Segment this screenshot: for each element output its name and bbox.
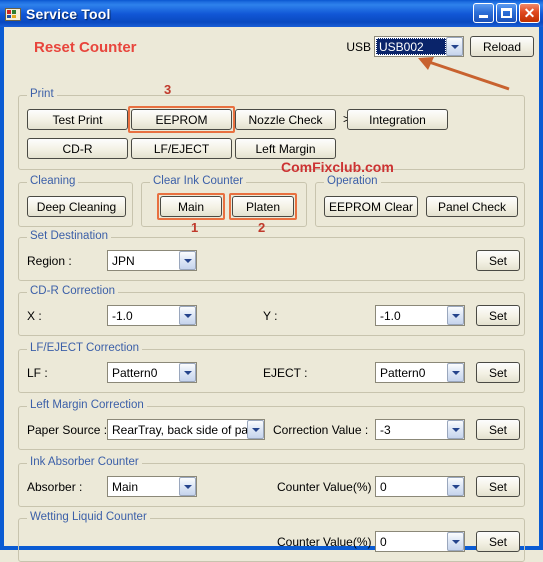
maximize-icon [501, 8, 512, 18]
platen-highlight [229, 193, 297, 220]
client-area: Reset Counter USB Port : USB002 Reload P… [4, 27, 539, 562]
lf-eject-button[interactable]: LF/EJECT [131, 138, 232, 159]
lf-label: LF : [27, 366, 48, 380]
group-operation: Operation EEPROM Clear Panel Check [315, 175, 525, 227]
cdr-y-label: Y : [263, 309, 278, 323]
cdr-y-select[interactable]: -1.0 [375, 305, 465, 326]
printer-app-icon [5, 6, 21, 22]
absorber-select[interactable]: Main [107, 476, 197, 497]
eject-label: EJECT : [263, 366, 308, 380]
paper-source-select[interactable]: RearTray, back side of paper [107, 419, 265, 440]
region-select[interactable]: JPN [107, 250, 197, 271]
region-label: Region : [27, 254, 72, 268]
maximize-button[interactable] [496, 3, 517, 23]
chevron-down-icon[interactable] [446, 37, 463, 56]
usb-port-select[interactable]: USB002 [374, 36, 464, 57]
group-lfeject-correction-legend: LF/EJECT Correction [27, 342, 143, 354]
group-ink-absorber-counter: Ink Absorber Counter Absorber : Main Cou… [18, 456, 525, 507]
page-title: Reset Counter [34, 39, 137, 56]
close-button[interactable]: ✕ [519, 3, 540, 23]
paper-source-value: RearTray, back side of paper [112, 422, 247, 437]
ink-absorber-counter-value: 0 [380, 479, 387, 494]
test-print-button[interactable]: Test Print [27, 109, 128, 130]
group-set-destination: Set Destination Region : JPN Set [18, 230, 525, 281]
group-print-legend: Print [27, 88, 57, 100]
chevron-down-icon[interactable] [447, 532, 464, 551]
group-lfeject-correction: LF/EJECT Correction LF : Pattern0 EJECT … [18, 342, 525, 393]
ink-absorber-set-button[interactable]: Set [476, 476, 520, 497]
eeprom-clear-button[interactable]: EEPROM Clear [324, 196, 418, 217]
chevron-down-icon[interactable] [179, 306, 196, 325]
group-left-margin-correction: Left Margin Correction Paper Source : Re… [18, 399, 525, 450]
reload-button[interactable]: Reload [470, 36, 534, 57]
chevron-down-icon[interactable] [447, 363, 464, 382]
title-bar: Service Tool ✕ [0, 0, 543, 27]
group-ink-absorber-counter-legend: Ink Absorber Counter [27, 456, 142, 468]
cdr-x-value: -1.0 [112, 308, 133, 323]
group-wetting-liquid-counter-legend: Wetting Liquid Counter [27, 511, 150, 523]
group-wetting-liquid-counter: Wetting Liquid Counter Counter Value(%) … [18, 511, 525, 562]
paper-source-label: Paper Source : [27, 423, 108, 437]
panel-check-button[interactable]: Panel Check [426, 196, 518, 217]
lf-select[interactable]: Pattern0 [107, 362, 197, 383]
usb-port-value: USB002 [376, 38, 446, 55]
wetting-liquid-set-button[interactable]: Set [476, 531, 520, 552]
chevron-down-icon[interactable] [447, 477, 464, 496]
chevron-down-icon[interactable] [447, 420, 464, 439]
close-icon: ✕ [523, 5, 536, 21]
minimize-button[interactable] [473, 3, 494, 23]
group-print: Print Test Print EEPROM Nozzle Check >> … [18, 88, 525, 170]
group-clear-ink-counter: Clear Ink Counter Main Platen [141, 175, 307, 227]
wetting-liquid-counter-value: 0 [380, 534, 387, 549]
chevron-down-icon[interactable] [179, 477, 196, 496]
group-cdr-correction-legend: CD-R Correction [27, 285, 118, 297]
site-watermark: ComFixclub.com [281, 159, 394, 175]
eject-select[interactable]: Pattern0 [375, 362, 465, 383]
window-controls: ✕ [473, 3, 540, 23]
nozzle-check-button[interactable]: Nozzle Check [235, 109, 336, 130]
left-margin-set-button[interactable]: Set [476, 419, 520, 440]
eeprom-highlight [128, 106, 235, 133]
group-cdr-correction: CD-R Correction X : -1.0 Y : -1.0 Set [18, 285, 525, 336]
eject-value: Pattern0 [380, 365, 426, 380]
region-value: JPN [112, 253, 135, 268]
cdr-x-select[interactable]: -1.0 [107, 305, 197, 326]
cdr-y-value: -1.0 [380, 308, 401, 323]
group-operation-legend: Operation [324, 175, 381, 187]
ink-absorber-counter-value-label: Counter Value(%) : [277, 480, 379, 494]
service-tool-window: Service Tool ✕ Reset Counter USB Port : … [0, 0, 543, 562]
ink-absorber-counter-value-select[interactable]: 0 [375, 476, 465, 497]
group-cleaning: Cleaning Deep Cleaning [18, 175, 133, 227]
group-set-destination-legend: Set Destination [27, 230, 111, 242]
left-margin-button[interactable]: Left Margin [235, 138, 336, 159]
set-destination-set-button[interactable]: Set [476, 250, 520, 271]
deep-cleaning-button[interactable]: Deep Cleaning [27, 196, 126, 217]
wetting-liquid-counter-value-label: Counter Value(%) : [277, 535, 379, 549]
integration-button[interactable]: Integration [347, 109, 448, 130]
chevron-down-icon[interactable] [179, 363, 196, 382]
marker-three: 3 [164, 82, 172, 97]
lfeject-set-button[interactable]: Set [476, 362, 520, 383]
group-clear-ink-counter-legend: Clear Ink Counter [150, 175, 247, 187]
group-cleaning-legend: Cleaning [27, 175, 79, 187]
marker-two: 2 [258, 220, 266, 235]
chevron-down-icon[interactable] [179, 251, 196, 270]
main-highlight [157, 193, 225, 220]
chevron-down-icon[interactable] [447, 306, 464, 325]
left-margin-correction-value: -3 [380, 422, 391, 437]
cdr-x-label: X : [27, 309, 42, 323]
chevron-down-icon[interactable] [247, 420, 264, 439]
marker-one: 1 [191, 220, 199, 235]
absorber-value: Main [112, 479, 139, 494]
left-margin-correction-value-select[interactable]: -3 [375, 419, 465, 440]
wetting-liquid-counter-value-select[interactable]: 0 [375, 531, 465, 552]
window-title: Service Tool [26, 5, 111, 22]
absorber-label: Absorber : [27, 480, 83, 494]
minimize-icon [479, 15, 488, 18]
cdr-button[interactable]: CD-R [27, 138, 128, 159]
lf-value: Pattern0 [112, 365, 158, 380]
cdr-set-button[interactable]: Set [476, 305, 520, 326]
group-left-margin-correction-legend: Left Margin Correction [27, 399, 147, 411]
left-margin-correction-value-label: Correction Value : [273, 423, 369, 437]
